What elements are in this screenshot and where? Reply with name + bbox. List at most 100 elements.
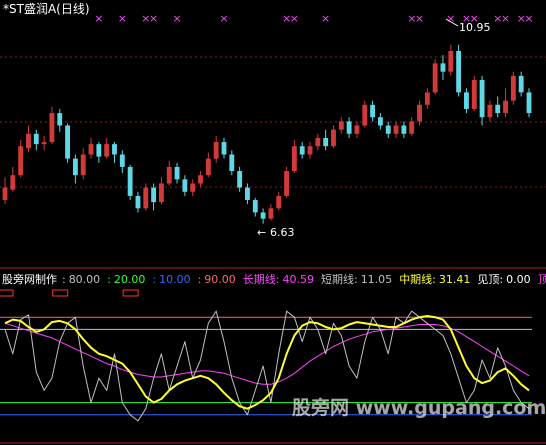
- stock-chart: *ST盛润A(日线) × × ×× × × ×× × ×× × ×× ×× ×× 10.95 ← 6.…: [0, 0, 546, 445]
- candle-body: [456, 50, 462, 93]
- candle-body: [88, 144, 94, 155]
- candle-body: [487, 104, 493, 118]
- series-value: 0.00: [506, 273, 530, 286]
- candle-body: [503, 100, 508, 114]
- series-value: 11.05: [361, 273, 393, 286]
- top-signal-marker: ×: [149, 12, 158, 25]
- level-value: 10.00: [159, 273, 191, 286]
- candle-body: [182, 179, 188, 192]
- candle-body: [104, 144, 110, 157]
- candle-body: [33, 133, 39, 145]
- indicator-header: 股旁网制作:80.00:20.00:10.00:90.00 长期线: 40.59 短期…: [2, 272, 546, 286]
- level-sep: :: [62, 273, 66, 286]
- candle: [284, 166, 289, 198]
- candle-body: [112, 144, 117, 155]
- candle-body: [245, 187, 250, 201]
- candle-body: [471, 79, 477, 109]
- level-value: 20.00: [114, 273, 145, 286]
- series-value: 31.41: [439, 273, 471, 286]
- top-label: 顶部: [538, 272, 546, 286]
- top-signal-marker: ×: [415, 12, 424, 25]
- candle-body: [323, 137, 329, 147]
- candle-body: [135, 195, 141, 209]
- series-label: 短期线:: [321, 272, 358, 286]
- candle-body: [151, 187, 157, 203]
- series-value: 40.59: [283, 273, 315, 286]
- candle-body: [174, 166, 180, 180]
- candle-body: [158, 183, 164, 203]
- top-signal-marker: ×: [118, 12, 127, 25]
- candle-body: [268, 208, 274, 219]
- candle-body: [229, 154, 235, 172]
- candle-body: [338, 121, 344, 130]
- candle-body: [119, 154, 125, 167]
- candle-body: [41, 142, 47, 145]
- svg-text:←: ←: [257, 226, 266, 239]
- chart-background: [0, 0, 546, 445]
- candle-body: [213, 142, 219, 159]
- candle-body: [307, 146, 313, 155]
- top-signal-marker: ×: [446, 12, 455, 25]
- candle-body: [143, 187, 149, 209]
- candle-body: [26, 133, 31, 149]
- candle-body: [440, 63, 446, 72]
- indicator-name: 股旁网制作: [2, 272, 57, 286]
- candle-body: [432, 63, 438, 93]
- candle-body: [10, 175, 16, 190]
- level-value: 90.00: [204, 273, 236, 286]
- candle-body: [72, 158, 78, 176]
- candle: [510, 71, 516, 105]
- candle-body: [393, 125, 399, 134]
- candle-body: [409, 121, 415, 134]
- candle-body: [284, 171, 289, 196]
- candle-body: [526, 92, 532, 114]
- candle-body: [346, 121, 352, 134]
- candle-body: [260, 212, 266, 219]
- candle: [456, 44, 462, 97]
- candle-body: [370, 104, 376, 118]
- high-price-label: 10.95: [459, 21, 491, 34]
- top-signal-marker: ×: [524, 12, 533, 25]
- level-value: 80.00: [69, 273, 101, 286]
- series-label: 中期线:: [399, 272, 436, 286]
- candle: [432, 59, 438, 95]
- low-price-annotation: ← 6.63: [257, 226, 295, 239]
- candle-body: [198, 175, 203, 184]
- candle-body: [49, 113, 55, 143]
- candle-body: [252, 200, 258, 213]
- candle-body: [510, 75, 516, 101]
- series-label: 长期线:: [243, 272, 280, 286]
- chart-title: *ST盛润A(日线): [3, 1, 90, 16]
- candle-body: [331, 129, 336, 147]
- level-sep: :: [107, 273, 111, 286]
- candle-body: [495, 104, 501, 114]
- top-signal-marker: ×: [219, 12, 228, 25]
- candle-body: [205, 158, 211, 176]
- low-price-label: 6.63: [270, 226, 295, 239]
- candle-body: [2, 187, 8, 201]
- level-sep: :: [198, 273, 202, 286]
- candle-body: [354, 125, 360, 134]
- candle-body: [401, 125, 407, 134]
- candle-body: [127, 166, 133, 196]
- candle-body: [417, 104, 422, 122]
- series-label: 见顶:: [477, 273, 503, 286]
- candle-body: [377, 117, 383, 126]
- candle-body: [424, 92, 430, 105]
- candle: [127, 164, 133, 201]
- top-signal-marker: ×: [321, 12, 330, 25]
- candle-body: [479, 79, 485, 118]
- candle-body: [221, 142, 227, 155]
- candle: [471, 75, 477, 112]
- top-signal-marker: ×: [501, 12, 510, 25]
- candle-body: [448, 50, 454, 72]
- candle-body: [57, 113, 63, 126]
- candle-body: [385, 125, 391, 134]
- candle-body: [65, 125, 70, 159]
- top-signal-marker: ×: [94, 12, 103, 25]
- candle-body: [315, 137, 321, 147]
- watermark: 股旁网 www.gupang.com: [292, 396, 546, 419]
- top-signal-marker: ×: [172, 12, 181, 25]
- candle-body: [190, 183, 196, 192]
- candle-body: [18, 146, 24, 176]
